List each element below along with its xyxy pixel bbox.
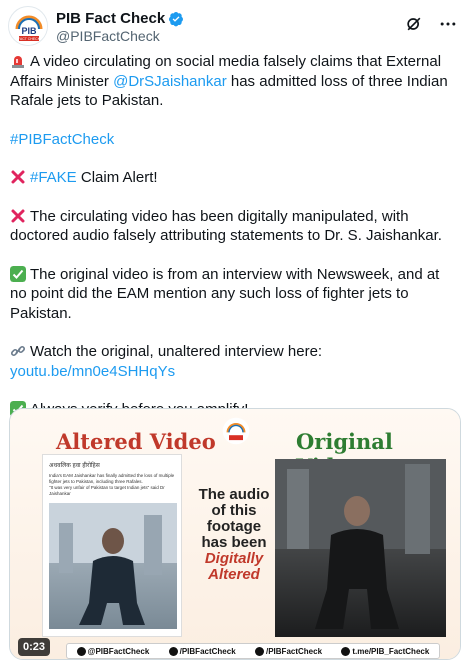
more-icon[interactable] [438, 14, 458, 34]
video-duration-badge: 0:23 [18, 638, 50, 656]
paragraph-hashtag: #PIBFactCheck [10, 130, 458, 150]
audio-altered-notice: The audio of this footage has been Digit… [198, 486, 270, 583]
svg-text:PIB: PIB [21, 26, 37, 36]
link-icon [10, 345, 26, 357]
telegram-icon [341, 646, 351, 656]
pib-logo-icon [222, 417, 250, 445]
facebook-icon [255, 646, 264, 656]
siren-icon [12, 56, 24, 68]
account-name[interactable]: PIB Fact Check [56, 10, 165, 27]
account-handle[interactable]: @PIBFactCheck [56, 28, 160, 44]
social-handles-bar: @PIBFactCheck /PIBFactCheck /PIBFactChec… [66, 643, 440, 659]
paragraph-manipulated: The circulating video has been digitally… [10, 207, 442, 245]
mini-tweet-text: India's EAM Jaishankar has finally admit… [49, 473, 175, 496]
person-silhouette [49, 503, 177, 625]
hashtag-link[interactable]: #PIBFactCheck [10, 131, 114, 148]
grok-icon[interactable] [404, 14, 424, 34]
red-x-icon [11, 170, 25, 184]
x-handle: @PIBFactCheck [76, 646, 149, 656]
altered-video-title: Altered Video [56, 429, 216, 454]
instagram-handle: /PIBFactCheck [168, 646, 236, 656]
video-player[interactable]: Altered Video Original Video अधवलिक हवा … [9, 408, 461, 660]
tweet-text: A video circulating on social media fals… [10, 52, 458, 439]
tweet-header: PIB FACT CHECK PIB Fact Check @PIBFactCh… [8, 6, 458, 46]
youtube-link[interactable]: youtu.be/mn0e4SHHqYs [10, 363, 175, 380]
verified-badge-icon [169, 11, 184, 26]
paragraph-fake: #FAKE Claim Alert! [10, 168, 458, 188]
svg-text:FACT CHECK: FACT CHECK [18, 37, 41, 41]
paragraph-original: The original video is from an interview … [10, 265, 440, 322]
facebook-handle: /PIBFactCheck [255, 646, 322, 656]
check-mark-icon [10, 265, 26, 282]
paragraph-watch: Watch the original, unaltered interview … [10, 343, 323, 380]
fake-hashtag-link[interactable]: #FAKE [30, 169, 77, 186]
altered-tweet-card: अधवलिक हवा हीरोहिस India's EAM Jaishanka… [42, 454, 182, 637]
avatar[interactable]: PIB FACT CHECK [8, 6, 48, 46]
pib-logo-icon: PIB FACT CHECK [10, 8, 47, 45]
red-x-icon [11, 209, 25, 222]
person-silhouette [275, 459, 446, 629]
mention-link[interactable]: @DrSJaishankar [113, 73, 227, 90]
paragraph-claim: A video circulating on social media fals… [10, 53, 448, 109]
mini-tweet-author: अधवलिक हवा हीरोहिस [49, 463, 100, 469]
altered-video-still [49, 503, 177, 629]
telegram-handle: t.me/PIB_FactCheck [341, 646, 429, 656]
x-logo-icon [76, 646, 86, 656]
instagram-icon [168, 646, 178, 656]
original-video-still [275, 459, 446, 637]
